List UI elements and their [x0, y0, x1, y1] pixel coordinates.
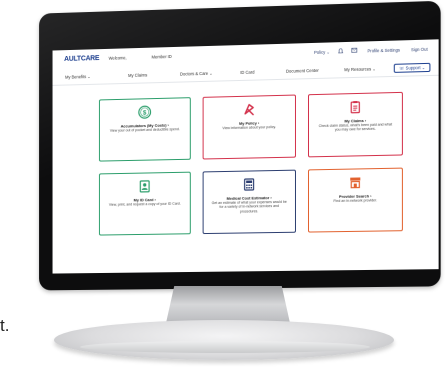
dollar-icon: $	[138, 105, 152, 119]
card-my-claims[interactable]: My Claims › Check claim status, what's b…	[307, 91, 403, 158]
clipboard-icon	[348, 100, 362, 114]
profile-settings-link[interactable]: Profile & Settings	[367, 48, 400, 54]
stray-text: t.	[0, 316, 10, 335]
card-grid: $ Accumulators (My Costs) › View your ou…	[98, 91, 405, 236]
nav-id-card[interactable]: ID Card	[240, 70, 254, 75]
storefront-icon	[348, 175, 362, 189]
nav-my-benefits[interactable]: My Benefits ⌄	[65, 74, 91, 80]
welcome-text: Welcome,	[108, 55, 127, 61]
card-description: Find an in-network provider.	[333, 198, 378, 204]
monitor-stand-base	[54, 320, 394, 360]
card-my-policy[interactable]: My Policy › View information about your …	[202, 94, 296, 160]
sign-out-link[interactable]: Sign Out	[411, 47, 428, 53]
notification-icon[interactable]	[338, 48, 343, 56]
calculator-icon	[242, 177, 256, 192]
message-icon[interactable]	[351, 48, 357, 55]
svg-text:$: $	[143, 110, 147, 117]
card-description: Get an estimate of what your expenses wo…	[211, 199, 287, 214]
monitor: AULTCARE Welcome, Member ID Policy ⌄ Pro…	[39, 0, 441, 291]
card-description: View information about your policy.	[222, 125, 276, 131]
card-accumulators[interactable]: $ Accumulators (My Costs) › View your ou…	[98, 97, 191, 162]
logo[interactable]: AULTCARE	[64, 55, 99, 63]
policy-menu[interactable]: Policy ⌄	[314, 49, 330, 54]
card-description: Check claim status, what's been paid and…	[318, 122, 393, 133]
monitor-stand-base-front	[80, 341, 370, 353]
nav-my-resources[interactable]: My Resources ⌄	[344, 66, 376, 72]
nav-document-center[interactable]: Document Center	[286, 68, 319, 74]
screen: AULTCARE Welcome, Member ID Policy ⌄ Pro…	[52, 39, 439, 274]
support-button[interactable]: ☏ Support ⌄	[394, 62, 431, 73]
card-description: View, print, and request a copy of your …	[108, 201, 181, 207]
card-medical-cost-estimator[interactable]: Medical Cost Estimator › Get an estimate…	[202, 169, 296, 235]
policy-icon	[242, 103, 256, 117]
nav-my-claims[interactable]: My Claims	[128, 73, 147, 78]
member-id-text: Member ID	[151, 53, 172, 60]
nav-doctors-care[interactable]: Doctors & Care ⌄	[180, 71, 213, 77]
card-provider-search[interactable]: Provider Search › Find an in-network pro…	[307, 167, 403, 233]
id-card-icon	[138, 179, 152, 193]
card-description: View your out of pocket and deductible s…	[109, 127, 180, 133]
card-my-id-card[interactable]: My ID Card › View, print, and request a …	[98, 171, 191, 236]
